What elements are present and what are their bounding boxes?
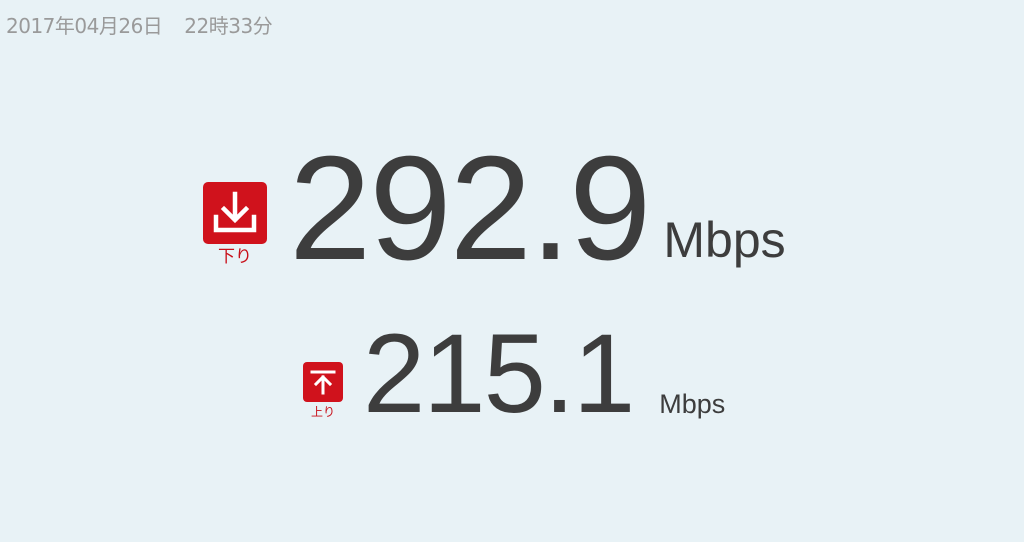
measurement-time: 22時33分 <box>184 14 273 38</box>
download-speed-row: 下り 292.9 Mbps <box>203 135 786 283</box>
upload-icon <box>303 362 343 402</box>
upload-badge: 上り <box>303 362 343 418</box>
measurement-timestamp: 2017年04月26日 22時33分 <box>6 10 273 39</box>
download-speed-value: 292.9 <box>289 126 651 291</box>
download-speed-unit: Mbps <box>663 212 786 268</box>
upload-speed-value: 215.1 <box>363 311 635 436</box>
download-badge: 下り <box>203 182 267 266</box>
upload-speed-row: 上り 215.1 Mbps <box>303 318 726 430</box>
upload-speed-unit: Mbps <box>659 389 726 419</box>
download-icon <box>203 182 267 244</box>
download-label: 下り <box>218 247 252 267</box>
upload-label: 上り <box>310 405 335 419</box>
measurement-date: 2017年04月26日 <box>6 14 163 38</box>
